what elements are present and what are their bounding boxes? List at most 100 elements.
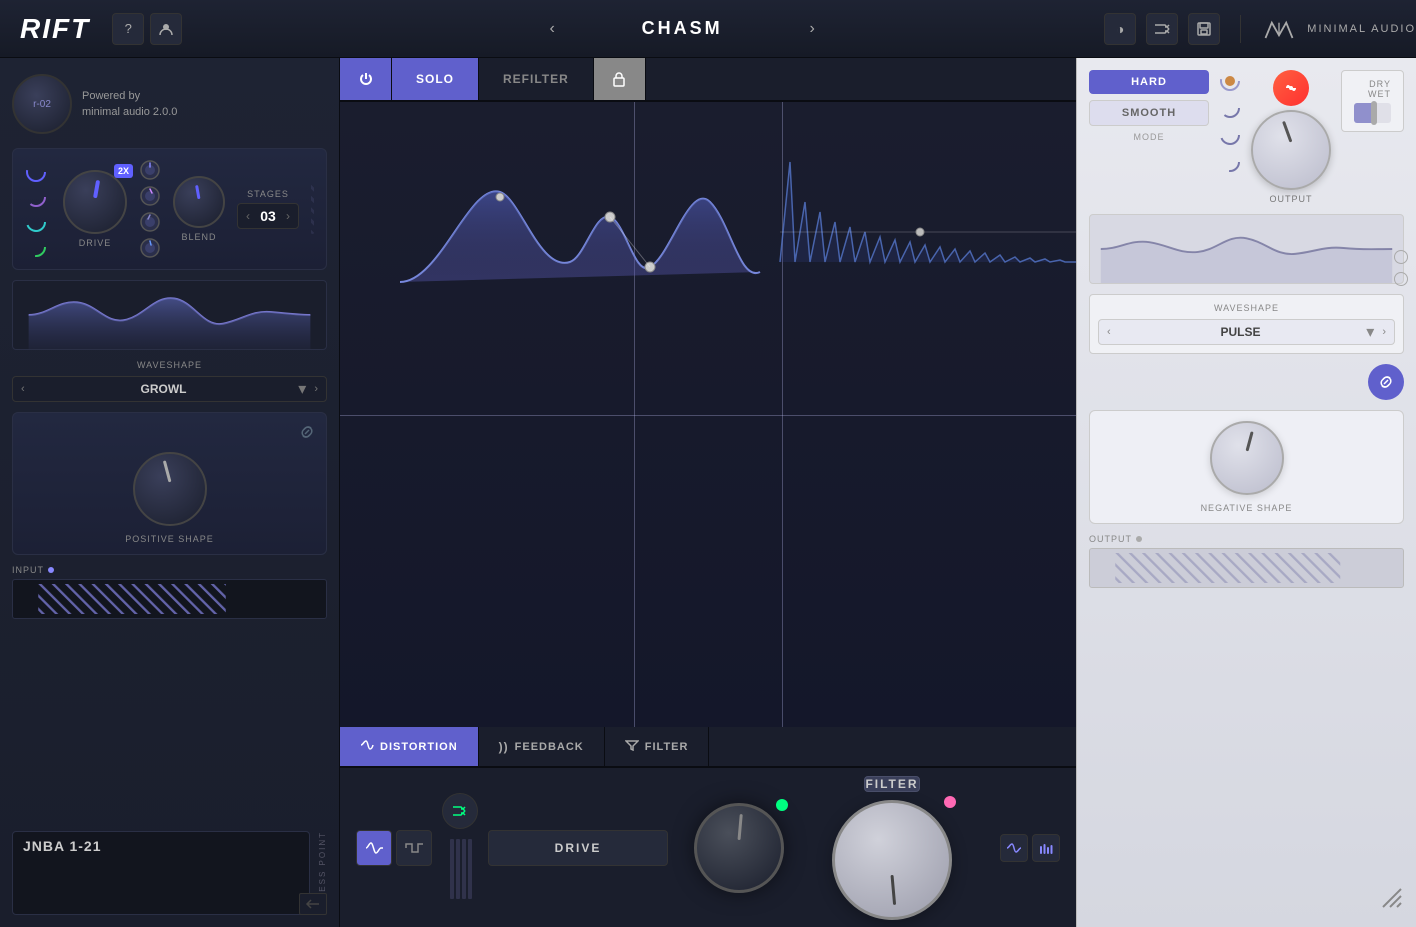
drywet-label: DRY WET	[1354, 79, 1391, 99]
right-waveshape-next[interactable]: ›	[1378, 324, 1390, 340]
waveshape-next[interactable]: ›	[310, 381, 322, 397]
app-logo: RIFT	[20, 13, 90, 45]
stages-prev[interactable]: ‹	[246, 209, 250, 223]
left-waveform-svg	[13, 281, 326, 349]
bars-btn[interactable]	[1032, 834, 1060, 862]
user-button[interactable]	[150, 13, 182, 45]
output-label: OUTPUT	[1270, 194, 1313, 204]
right-shape-section: NEGATIVE SHAPE	[1089, 410, 1404, 524]
blend-label: BLEND	[181, 232, 216, 242]
right-waveshape-prev[interactable]: ‹	[1103, 324, 1115, 340]
right-waveshape-dropdown[interactable]: ▾	[1366, 322, 1374, 342]
main-drive-knob[interactable]	[694, 803, 784, 893]
drive-knob-indicator	[776, 799, 788, 811]
output-knob[interactable]	[1251, 110, 1331, 190]
logo-area: RIFT ?	[0, 13, 260, 45]
waveshape-control: WAVESHAPE ‹ GROWL ▾ ›	[12, 360, 327, 402]
top-icons: ?	[102, 13, 192, 45]
drywet-slider[interactable]	[1354, 103, 1391, 123]
left-panel: r-02 Powered by minimal audio 2.0.0	[0, 58, 340, 927]
filter-icon	[625, 739, 639, 754]
scroll-icon-1[interactable]	[1394, 250, 1408, 264]
filter-knob[interactable]	[832, 800, 952, 920]
filter-tab[interactable]: FILTER	[605, 727, 710, 766]
drive-button[interactable]: DRIVE	[488, 830, 668, 866]
lock-tab[interactable]	[594, 58, 646, 100]
brand-area: MINIMAL AUDIO	[1240, 15, 1416, 43]
half-moon-button[interactable]: ◑	[1104, 13, 1136, 45]
prev-preset-button[interactable]: ‹	[538, 15, 566, 43]
brand-name: MINIMAL AUDIO	[1307, 23, 1416, 35]
right-waveshape-section: WAVESHAPE ‹ PULSE ▾ ›	[1089, 294, 1404, 354]
refilter-tab[interactable]: REFILTER	[479, 58, 594, 100]
shuffle-button[interactable]	[1146, 13, 1178, 45]
right-arc-4	[1219, 151, 1241, 173]
stages-next[interactable]: ›	[286, 209, 290, 223]
drive-blend-section: 2X DRIVE	[12, 148, 327, 270]
preset-name: CHASM	[582, 18, 782, 39]
top-right-icons: ◑	[1104, 13, 1240, 45]
randomize-button[interactable]	[442, 793, 478, 829]
viz-container: SOLO REFILTER	[340, 58, 1076, 927]
waveform-btn[interactable]	[1000, 834, 1028, 862]
link-icon[interactable]	[298, 423, 316, 444]
right-arc-1	[1219, 70, 1241, 92]
distortion-label: DISTORTION	[380, 741, 458, 753]
right-output-label: OUTPUT	[1089, 534, 1404, 544]
small-knob-4[interactable]	[139, 237, 161, 259]
preset-info: r-02 Powered by minimal audio 2.0.0	[12, 70, 327, 138]
stages-value: 03	[256, 208, 280, 224]
filter-button[interactable]: FILTER	[864, 776, 919, 792]
small-knob-2[interactable]	[139, 185, 161, 207]
drywet-thumb[interactable]	[1371, 101, 1377, 125]
preset-nav: ‹ CHASM ›	[260, 15, 1104, 43]
right-arc-3	[1219, 124, 1241, 146]
right-waveshape-selector[interactable]: ‹ PULSE ▾ ›	[1098, 319, 1395, 345]
waveshape-dropdown[interactable]: ▾	[298, 379, 306, 399]
preset-knob-circle: r-02	[12, 74, 72, 134]
main-content: r-02 Powered by minimal audio 2.0.0	[0, 58, 1416, 927]
solo-tab[interactable]: SOLO	[392, 58, 479, 100]
small-knob-3[interactable]	[139, 211, 161, 233]
top-bar: RIFT ? ‹ CHASM › ◑	[0, 0, 1416, 58]
hard-mode-btn[interactable]: HARD	[1089, 70, 1209, 94]
input-meter-dot	[48, 567, 54, 573]
waveshape-selector[interactable]: ‹ GROWL ▾ ›	[12, 376, 327, 402]
stages-label: STAGES	[247, 189, 289, 199]
section-tab-bar: DISTORTION )) FEEDBACK FILTER	[340, 727, 1076, 767]
bottom-right-corner-icon	[1380, 886, 1404, 915]
grid-display	[444, 835, 476, 903]
small-knob-1[interactable]	[139, 159, 161, 181]
right-waveform-display	[1089, 214, 1404, 284]
brand-logo-icon	[1261, 15, 1297, 43]
right-arc-indicators	[1219, 70, 1241, 173]
blend-knob-group: BLEND	[173, 176, 225, 242]
input-label: INPUT	[12, 565, 327, 575]
input-meter-svg	[17, 584, 322, 614]
right-meter-bar	[1089, 548, 1404, 588]
power-tab[interactable]	[340, 58, 392, 100]
left-arrow-btn[interactable]	[299, 893, 327, 915]
square-wave-btn[interactable]	[396, 830, 432, 866]
help-button[interactable]: ?	[112, 13, 144, 45]
positive-shape-knob[interactable]	[133, 452, 207, 526]
next-preset-button[interactable]: ›	[798, 15, 826, 43]
drive-knob[interactable]	[63, 170, 127, 234]
arc-indicators	[25, 161, 47, 258]
stages-control: ‹ 03 ›	[237, 203, 299, 229]
powered-by: Powered by minimal audio 2.0.0	[82, 88, 177, 121]
save-button[interactable]	[1188, 13, 1220, 45]
distortion-tab[interactable]: DISTORTION	[340, 727, 479, 766]
right-link-btn[interactable]	[1368, 364, 1404, 400]
blend-knob[interactable]	[173, 176, 225, 228]
sine-wave-btn[interactable]	[356, 830, 392, 866]
smooth-mode-btn[interactable]: SMOOTH	[1089, 100, 1209, 126]
waveshape-prev[interactable]: ‹	[17, 381, 29, 397]
negative-shape-knob[interactable]	[1210, 421, 1284, 495]
right-side-icons	[1394, 250, 1408, 286]
feedback-label: FEEDBACK	[515, 741, 584, 753]
drive-label: DRIVE	[79, 238, 112, 248]
feedback-tab[interactable]: )) FEEDBACK	[479, 727, 605, 766]
scroll-icon-2[interactable]	[1394, 272, 1408, 286]
bottom-controls: DRIVE FILTER	[340, 767, 1076, 927]
